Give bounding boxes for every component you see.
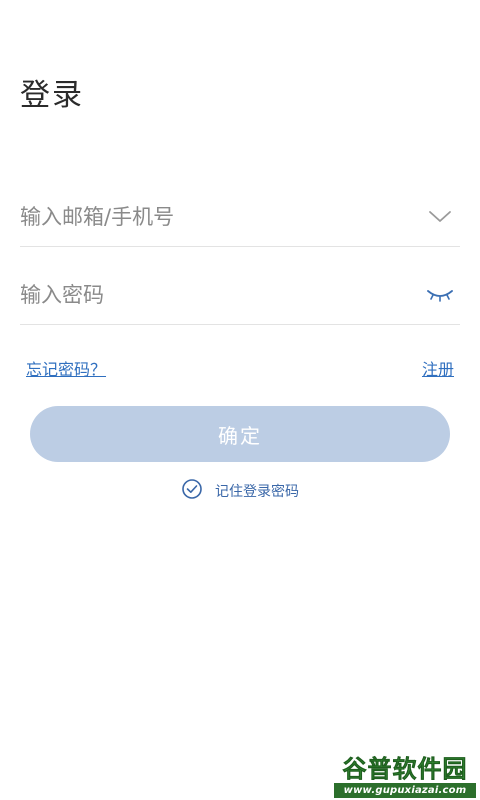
link-row: 忘记密码？ 注册 [26, 356, 454, 380]
watermark-url: www.gupuxiazai.com [334, 783, 476, 798]
watermark-title: 谷普软件园 [334, 750, 476, 783]
watermark: 谷普软件园 www.gupuxiazai.com [334, 748, 476, 798]
remember-password-label: 记住登录密码 [215, 484, 299, 500]
chevron-down-icon[interactable] [424, 205, 456, 229]
login-screen: 登录 忘记密码？ 注册 确定 [0, 0, 480, 800]
confirm-button[interactable]: 确定 [30, 406, 450, 462]
page-title: 登录 [20, 78, 84, 113]
check-circle-icon[interactable] [181, 478, 203, 504]
account-input[interactable] [20, 205, 400, 229]
forgot-password-link[interactable]: 忘记密码？ [26, 356, 106, 380]
password-field [20, 266, 460, 325]
password-input[interactable] [20, 283, 400, 307]
eye-closed-icon[interactable] [424, 283, 456, 307]
register-link[interactable]: 注册 [422, 356, 454, 380]
remember-password-option[interactable]: 记住登录密码 [0, 478, 480, 504]
account-field [20, 188, 460, 247]
